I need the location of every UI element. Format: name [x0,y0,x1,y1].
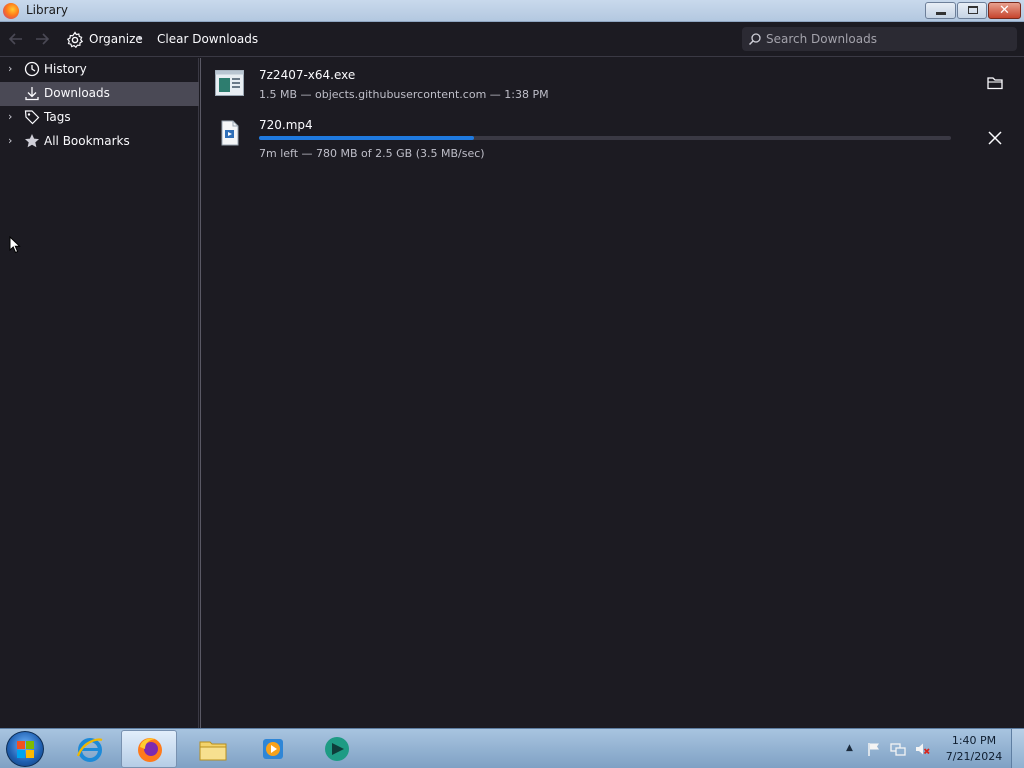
executable-file-icon [215,70,244,96]
close-button[interactable]: ✕ [988,2,1021,19]
action-center-flag-icon[interactable] [866,741,882,757]
app-icon [325,737,349,761]
show-hidden-icons-icon[interactable]: ▲ [846,743,853,753]
sidebar-item-downloads[interactable]: Downloads [0,82,199,106]
chevron-right-icon[interactable]: › [8,62,12,75]
taskbar-firefox[interactable] [121,730,177,768]
sidebar: › History Downloads › Tags › All Bookmar… [0,58,199,728]
sidebar-item-label: Tags [44,110,71,124]
file-explorer-icon [199,741,227,761]
toolbar: Organize ▾ Clear Downloads [0,22,1024,57]
download-icon [25,87,39,101]
forward-arrow-icon[interactable] [32,30,52,48]
chevron-right-icon[interactable]: › [8,134,12,147]
search-icon [748,33,761,46]
download-item[interactable]: 720.mp4 7m left — 780 MB of 2.5 GB (3.5 … [201,108,1023,160]
video-file-icon [221,120,239,146]
firefox-icon [138,738,162,762]
star-icon [25,134,39,148]
volume-muted-icon[interactable] [914,741,930,757]
restore-icon [968,6,978,14]
taskbar: ▲ 1:40 PM 7/21/2024 [0,728,1024,768]
download-file-name: 720.mp4 [259,118,313,132]
cancel-icon[interactable] [985,128,1005,148]
sidebar-item-all-bookmarks[interactable]: › All Bookmarks [0,130,199,154]
internet-explorer-icon [76,738,103,762]
media-player-icon [263,739,283,759]
download-status: 7m left — 780 MB of 2.5 GB (3.5 MB/sec) [259,147,485,160]
restore-button[interactable] [957,2,987,19]
taskbar-app[interactable] [309,730,365,768]
sidebar-item-label: History [44,62,87,76]
downloads-list: 7z2407-x64.exe 1.5 MB — objects.githubus… [200,58,1024,728]
sidebar-item-history[interactable]: › History [0,58,199,82]
download-status: 1.5 MB — objects.githubusercontent.com —… [259,88,549,101]
start-button[interactable] [6,731,44,767]
windows-logo-icon [17,741,34,758]
sidebar-item-label: Downloads [44,86,110,100]
minimize-icon [936,12,946,15]
taskbar-media-player[interactable] [245,730,301,768]
title-bar: Library ✕ [0,0,1024,22]
firefox-icon [3,3,19,19]
sidebar-item-tags[interactable]: › Tags [0,106,199,130]
chevron-down-icon: ▾ [138,34,143,43]
close-icon: ✕ [999,3,1010,18]
download-progress-fill [259,136,474,140]
clock-time: 1:40 PM [951,734,997,747]
minimize-button[interactable] [925,2,956,19]
open-folder-icon[interactable] [985,73,1005,93]
download-progress-bar [259,136,951,140]
clear-downloads-button[interactable]: Clear Downloads [157,32,258,46]
clock-date: 7/21/2024 [945,750,1003,763]
network-icon[interactable] [890,741,906,757]
system-clock[interactable]: 1:40 PM 7/21/2024 [936,733,1012,765]
clock-icon [24,61,40,77]
show-desktop-button[interactable] [1011,729,1024,768]
sidebar-item-label: All Bookmarks [44,134,130,148]
back-arrow-icon[interactable] [6,30,26,48]
mouse-cursor-icon [9,236,21,254]
chevron-right-icon[interactable]: › [8,110,12,123]
gear-icon[interactable] [66,31,84,49]
window-title: Library [26,3,68,17]
taskbar-internet-explorer[interactable] [62,730,118,768]
tag-icon [24,110,40,125]
search-input[interactable] [766,30,1006,48]
download-item[interactable]: 7z2407-x64.exe 1.5 MB — objects.githubus… [201,58,1023,108]
taskbar-file-explorer[interactable] [185,730,241,768]
search-box[interactable] [742,27,1017,51]
download-file-name: 7z2407-x64.exe [259,68,356,82]
organize-button[interactable]: Organize [89,32,143,46]
